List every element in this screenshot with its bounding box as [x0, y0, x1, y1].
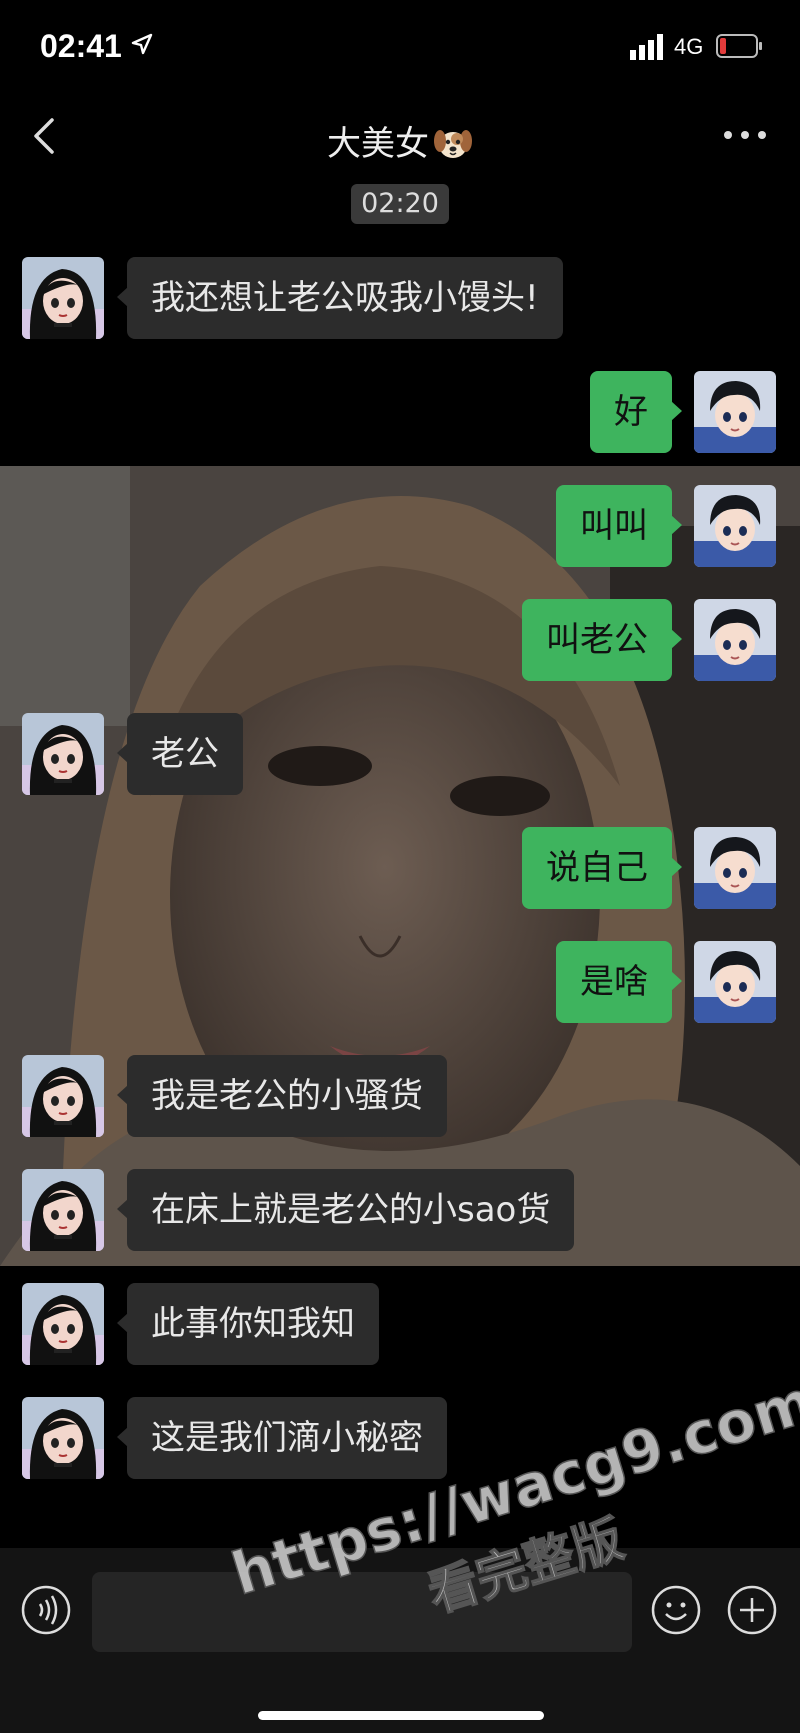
message-bubble-outgoing[interactable]: 是啥 — [556, 941, 682, 1023]
my-avatar[interactable] — [694, 941, 776, 1023]
message-bubble-incoming[interactable]: 此事你知我知 — [117, 1283, 379, 1365]
contact-avatar[interactable] — [22, 713, 104, 795]
message-bubble-incoming[interactable]: 这是我们滴小秘密 — [117, 1397, 447, 1479]
message-input[interactable] — [92, 1572, 632, 1652]
home-indicator[interactable] — [258, 1711, 544, 1720]
my-avatar[interactable] — [694, 599, 776, 681]
my-avatar[interactable] — [694, 485, 776, 567]
network-type: 4G — [674, 34, 704, 59]
battery-low-icon — [716, 34, 762, 58]
chat-timestamp: 02:20 — [351, 184, 449, 224]
my-avatar[interactable] — [694, 827, 776, 909]
contact-avatar[interactable] — [22, 257, 104, 339]
status-time: 02:41 — [40, 28, 122, 64]
contact-avatar[interactable] — [22, 1169, 104, 1251]
anime-girl-avatar-icon — [22, 713, 104, 795]
anime-girl-avatar-icon — [22, 257, 104, 339]
smiley-icon[interactable] — [650, 1584, 702, 1636]
contact-avatar[interactable] — [22, 1283, 104, 1365]
more-dots-icon[interactable] — [720, 124, 770, 146]
location-arrow-icon — [131, 33, 153, 55]
anime-boy-avatar-icon — [694, 599, 776, 681]
chat-title-text: 大美女 — [327, 124, 429, 164]
message-bubble-incoming[interactable]: 我是老公的小骚货 — [117, 1055, 447, 1137]
dog-face-icon — [434, 130, 472, 158]
voice-icon[interactable] — [20, 1584, 72, 1636]
message-bubble-outgoing[interactable]: 说自己 — [522, 827, 682, 909]
anime-boy-avatar-icon — [694, 371, 776, 453]
signal-icon — [630, 34, 663, 60]
status-bar: 02:41 4G — [0, 0, 800, 96]
chat-title: 大美女 — [0, 116, 800, 165]
my-avatar[interactable] — [694, 371, 776, 453]
anime-girl-avatar-icon — [22, 1055, 104, 1137]
input-bar — [0, 1548, 800, 1733]
contact-avatar[interactable] — [22, 1055, 104, 1137]
contact-avatar[interactable] — [22, 1397, 104, 1479]
message-bubble-incoming[interactable]: 老公 — [117, 713, 243, 795]
message-bubble-outgoing[interactable]: 好 — [590, 371, 682, 453]
anime-boy-avatar-icon — [694, 827, 776, 909]
anime-girl-avatar-icon — [22, 1169, 104, 1251]
chat-header: 大美女 — [0, 96, 800, 178]
plus-circle-icon[interactable] — [726, 1584, 778, 1636]
message-bubble-incoming[interactable]: 我还想让老公吸我小馒头! — [117, 257, 563, 339]
anime-boy-avatar-icon — [694, 485, 776, 567]
anime-girl-avatar-icon — [22, 1283, 104, 1365]
message-bubble-outgoing[interactable]: 叫叫 — [556, 485, 682, 567]
message-bubble-outgoing[interactable]: 叫老公 — [522, 599, 682, 681]
anime-girl-avatar-icon — [22, 1397, 104, 1479]
anime-boy-avatar-icon — [694, 941, 776, 1023]
message-bubble-incoming[interactable]: 在床上就是老公的小sao货 — [116, 1169, 575, 1251]
